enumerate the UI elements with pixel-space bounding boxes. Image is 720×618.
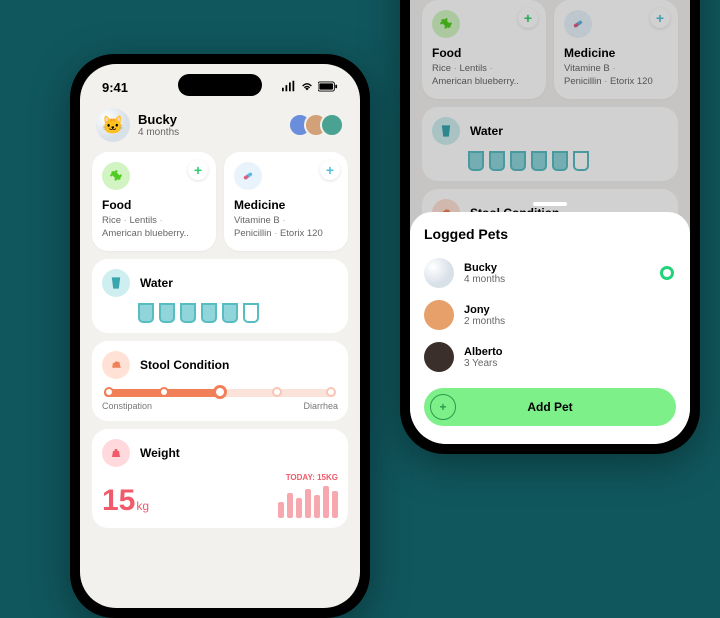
- weight-bar: [287, 493, 293, 518]
- food-item: American blueberry..: [102, 228, 189, 239]
- water-title: Water: [140, 276, 173, 290]
- battery-icon: [318, 80, 338, 95]
- screen: + Food Rice · Lentils · American blueber…: [410, 0, 690, 444]
- wifi-icon: [300, 79, 314, 96]
- logged-pets-sheet: Logged Pets Bucky 4 months Jony 2 months: [410, 212, 690, 444]
- phone-frame-left: 9:41 🐱 Bucky 4 months: [70, 54, 370, 618]
- pet-list-name: Bucky: [464, 262, 505, 274]
- weight-title: Weight: [140, 446, 180, 460]
- food-card[interactable]: + Food Rice · Lentils · American blueber…: [92, 152, 216, 251]
- weight-bar: [278, 502, 284, 518]
- water-cup[interactable]: [159, 303, 175, 323]
- add-pet-label: Add Pet: [527, 400, 572, 414]
- weight-value: 15: [102, 484, 135, 517]
- cards-row: + Food Rice · Lentils · American blueber…: [80, 152, 360, 251]
- medicine-item: Etorix 120: [280, 228, 323, 239]
- pet-name: Bucky: [138, 112, 179, 127]
- sheet-grabber[interactable]: [533, 202, 567, 206]
- water-cups[interactable]: [138, 303, 338, 323]
- signal-icon: [282, 79, 296, 96]
- weight-bar: [305, 489, 311, 518]
- add-medicine-button[interactable]: +: [320, 160, 340, 180]
- slider-label-right: Diarrhea: [303, 401, 338, 411]
- sheet-title: Logged Pets: [424, 226, 676, 242]
- pet-list-sub: 3 Years: [464, 358, 503, 369]
- today-label: TODAY: 15KG: [278, 473, 338, 482]
- food-item: Lentils: [129, 215, 156, 226]
- water-cup[interactable]: [138, 303, 154, 323]
- pet-avatar-icon: [424, 342, 454, 372]
- medicine-item: Penicillin: [234, 228, 272, 239]
- water-card[interactable]: Water: [92, 259, 348, 333]
- notch: [178, 74, 262, 96]
- screen: 9:41 🐱 Bucky 4 months: [80, 64, 360, 608]
- stool-title: Stool Condition: [140, 358, 229, 372]
- slider-stop[interactable]: [272, 387, 282, 397]
- medicine-body: Vitamine B · Penicillin · Etorix 120: [234, 215, 338, 241]
- radio-selected-icon[interactable]: [660, 266, 674, 280]
- medicine-item: Vitamine B: [234, 215, 280, 226]
- water-cup[interactable]: [222, 303, 238, 323]
- food-title: Food: [102, 198, 206, 212]
- pet-list-item[interactable]: Jony 2 months: [424, 294, 676, 336]
- weight-bar: [332, 491, 338, 518]
- weight-bar: [296, 498, 302, 518]
- plus-icon: +: [430, 394, 456, 420]
- avatar-icon: [320, 113, 344, 137]
- medicine-title: Medicine: [234, 198, 338, 212]
- water-cup-empty[interactable]: [243, 303, 259, 323]
- weight-value-wrap: 15kg: [102, 484, 149, 518]
- add-food-button[interactable]: +: [188, 160, 208, 180]
- pet-age: 4 months: [138, 127, 179, 138]
- pet-list-name: Alberto: [464, 346, 503, 358]
- slider-stop[interactable]: [159, 387, 169, 397]
- pet-avatar-icon: [424, 300, 454, 330]
- other-pets-cluster[interactable]: [296, 113, 344, 137]
- cup-icon: [102, 269, 130, 297]
- food-body: Rice · Lentils · American blueberry..: [102, 215, 206, 241]
- pet-list-sub: 2 months: [464, 316, 505, 327]
- food-item: Rice: [102, 215, 121, 226]
- current-pet[interactable]: 🐱 Bucky 4 months: [96, 108, 179, 142]
- pet-list-name: Jony: [464, 304, 505, 316]
- stool-icon: [102, 351, 130, 379]
- pet-list-item[interactable]: Bucky 4 months: [424, 252, 676, 294]
- weight-bar: [323, 486, 329, 518]
- pet-list-item[interactable]: Alberto 3 Years: [424, 336, 676, 378]
- stool-slider[interactable]: [104, 389, 336, 397]
- slider-stop[interactable]: [326, 387, 336, 397]
- weight-unit: kg: [136, 499, 149, 513]
- weight-card[interactable]: Weight 15kg TODAY: 15KG: [92, 429, 348, 528]
- slider-knob[interactable]: [213, 385, 227, 399]
- phone-frame-right: + Food Rice · Lentils · American blueber…: [400, 0, 700, 454]
- header: 🐱 Bucky 4 months: [80, 100, 360, 152]
- status-indicators: [282, 79, 338, 96]
- weight-bars: [278, 482, 338, 518]
- water-cup[interactable]: [201, 303, 217, 323]
- medicine-card[interactable]: + Medicine Vitamine B · Penicillin · Eto…: [224, 152, 348, 251]
- stool-card[interactable]: Stool Condition Constipation Diarrhea: [92, 341, 348, 421]
- slider-label-left: Constipation: [102, 401, 152, 411]
- slider-stops: [104, 387, 336, 399]
- weight-bar: [314, 495, 320, 518]
- pet-list-sub: 4 months: [464, 274, 505, 285]
- slider-stop[interactable]: [104, 387, 114, 397]
- pill-icon: [234, 162, 262, 190]
- add-pet-button[interactable]: + Add Pet: [424, 388, 676, 426]
- status-time: 9:41: [102, 80, 128, 95]
- pet-avatar-icon: [424, 258, 454, 288]
- water-cup[interactable]: [180, 303, 196, 323]
- pet-avatar: 🐱: [96, 108, 130, 142]
- bone-icon: [102, 162, 130, 190]
- weight-icon: [102, 439, 130, 467]
- slider-labels: Constipation Diarrhea: [102, 401, 338, 411]
